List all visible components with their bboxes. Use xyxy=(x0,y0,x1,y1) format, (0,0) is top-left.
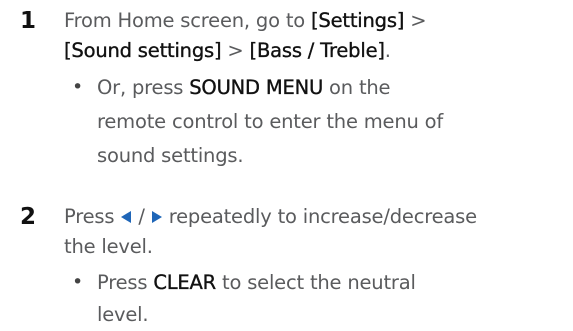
step-number: 1 xyxy=(20,8,37,34)
left-arrow-icon xyxy=(120,204,132,232)
instruction-page: 1 From Home screen, go to [Settings] > [… xyxy=(0,0,573,331)
step-number: 2 xyxy=(20,204,37,230)
bullet-prefix: Or, press xyxy=(97,76,190,99)
bullet-suffix: to select the neutral xyxy=(216,271,416,294)
key-clear: CLEAR xyxy=(153,271,217,294)
arrow-separator: / xyxy=(132,205,151,228)
step-text-line: the level. xyxy=(64,235,153,258)
step-text-suffix: repeatedly to increase/decrease xyxy=(162,205,477,228)
menu-separator: > xyxy=(404,9,427,32)
step-text-prefix: Press xyxy=(64,205,121,228)
key-sound-menu: SOUND MENU xyxy=(189,76,324,99)
bullet-text-line: Or, press SOUND MENU on the xyxy=(97,72,537,103)
bullet-icon: • xyxy=(72,76,84,98)
bullet-text-line: level. xyxy=(97,303,149,326)
sentence-end: . xyxy=(384,39,391,62)
bullet-icon: • xyxy=(72,271,84,293)
step-text-line: From Home screen, go to [Settings] > xyxy=(64,7,564,35)
bullet-text-line: remote control to enter the menu of xyxy=(97,110,444,133)
step-text-line: [Sound settings] > [Bass / Treble]. xyxy=(64,37,564,65)
bullet-prefix: Press xyxy=(97,271,154,294)
menu-path-settings: [Settings] xyxy=(311,9,405,32)
right-arrow-icon xyxy=(151,204,163,232)
step-text-line: Press / repeatedly to increase/decrease xyxy=(64,203,564,232)
bullet-text-line: Press CLEAR to select the neutral xyxy=(97,267,537,298)
bullet-suffix: on the xyxy=(323,76,391,99)
step-text-prefix: From Home screen, go to xyxy=(64,9,311,32)
bullet-text-line: sound settings. xyxy=(97,144,244,167)
menu-path-sound-settings: [Sound settings] xyxy=(64,39,222,62)
menu-path-bass-treble: [Bass / Treble] xyxy=(249,39,385,62)
menu-separator: > xyxy=(221,39,250,62)
